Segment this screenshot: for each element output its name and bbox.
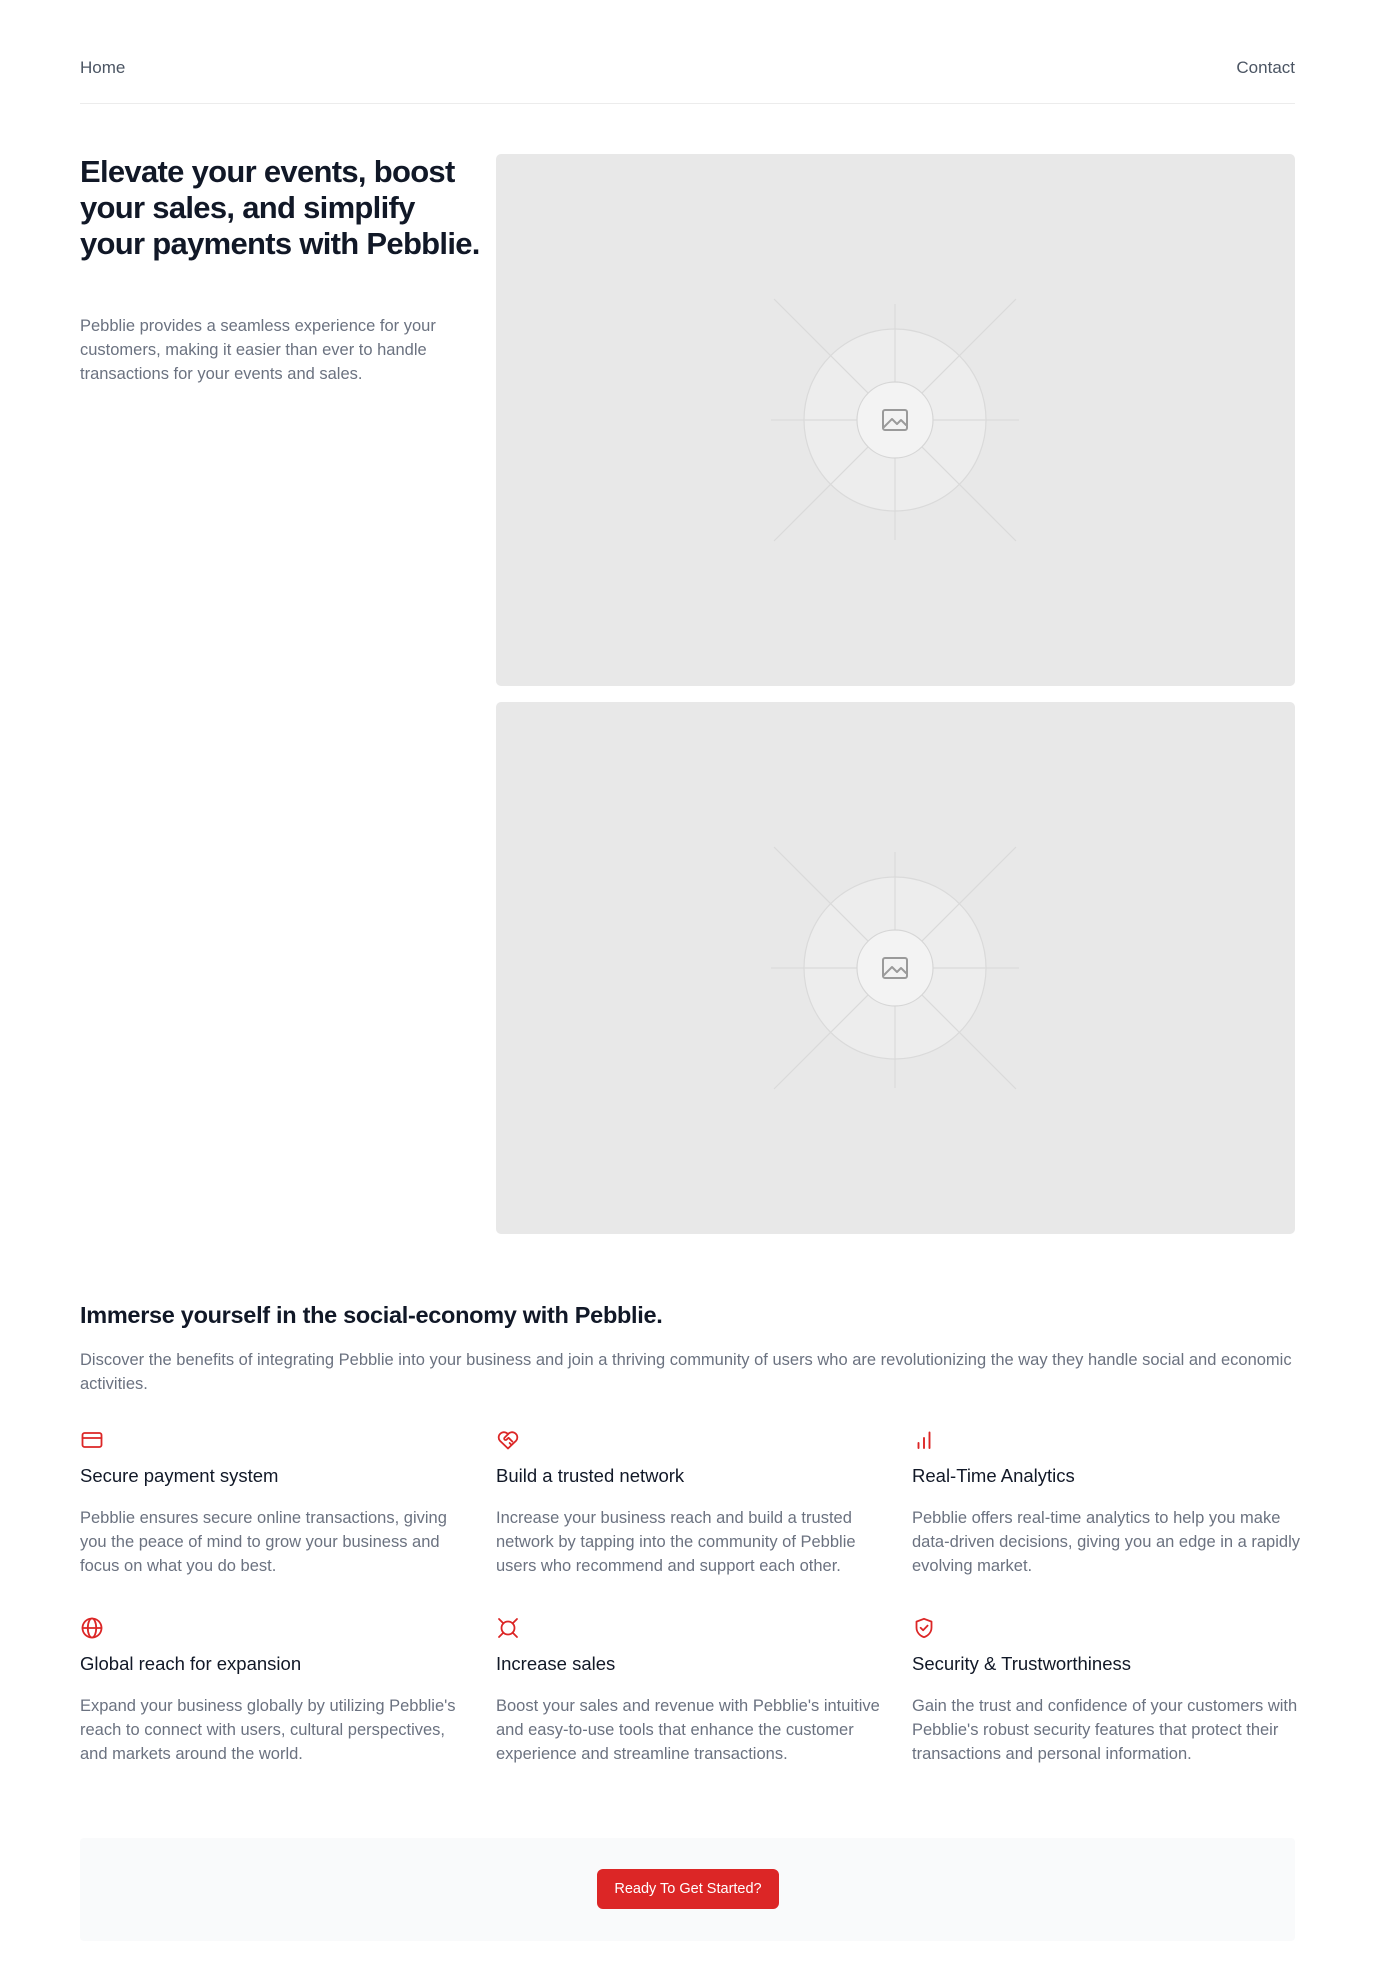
nav-contact-link[interactable]: Contact xyxy=(1236,58,1295,78)
feature-description: Expand your business globally by utilizi… xyxy=(80,1697,456,1763)
sales-target-icon xyxy=(496,1616,520,1640)
feature-description: Gain the trust and confidence of your cu… xyxy=(912,1697,1298,1763)
feature-title: Build a trusted network xyxy=(496,1465,685,1486)
feature-description: Pebblie offers real-time analytics to he… xyxy=(912,1509,1300,1575)
get-started-button[interactable]: Ready To Get Started? xyxy=(597,1869,779,1909)
feature-title: Increase sales xyxy=(496,1653,616,1674)
image-placeholder-icon xyxy=(771,298,1019,542)
features-section-title: Immerse yourself in the social-economy w… xyxy=(80,1302,663,1328)
globe-icon xyxy=(80,1616,104,1640)
bar-chart-icon xyxy=(912,1428,936,1452)
hero-description: Pebblie provides a seamless experience f… xyxy=(80,317,436,383)
hero-image-placeholder-2 xyxy=(496,702,1295,1234)
hero-image-placeholder-1 xyxy=(496,154,1295,686)
nav-home-link[interactable]: Home xyxy=(80,58,125,78)
feature-title: Real-Time Analytics xyxy=(912,1465,1075,1486)
image-placeholder-icon xyxy=(771,846,1019,1090)
credit-card-icon xyxy=(80,1428,104,1452)
feature-title: Global reach for expansion xyxy=(80,1653,302,1674)
cta-banner: Ready To Get Started? xyxy=(80,1838,1295,1941)
feature-description: Boost your sales and revenue with Pebbli… xyxy=(496,1697,880,1763)
feature-title: Secure payment system xyxy=(80,1465,279,1486)
feature-description: Increase your business reach and build a… xyxy=(496,1509,856,1575)
shield-check-icon xyxy=(912,1616,936,1640)
features-section-description: Discover the benefits of integrating Peb… xyxy=(80,1351,1292,1393)
hero-title: Elevate your events, boost your sales, a… xyxy=(80,154,480,261)
top-nav: Home Contact xyxy=(80,0,1295,104)
feature-title: Security & Trustworthiness xyxy=(912,1653,1131,1674)
feature-description: Pebblie ensures secure online transactio… xyxy=(80,1509,447,1575)
heart-handshake-icon xyxy=(496,1428,520,1452)
